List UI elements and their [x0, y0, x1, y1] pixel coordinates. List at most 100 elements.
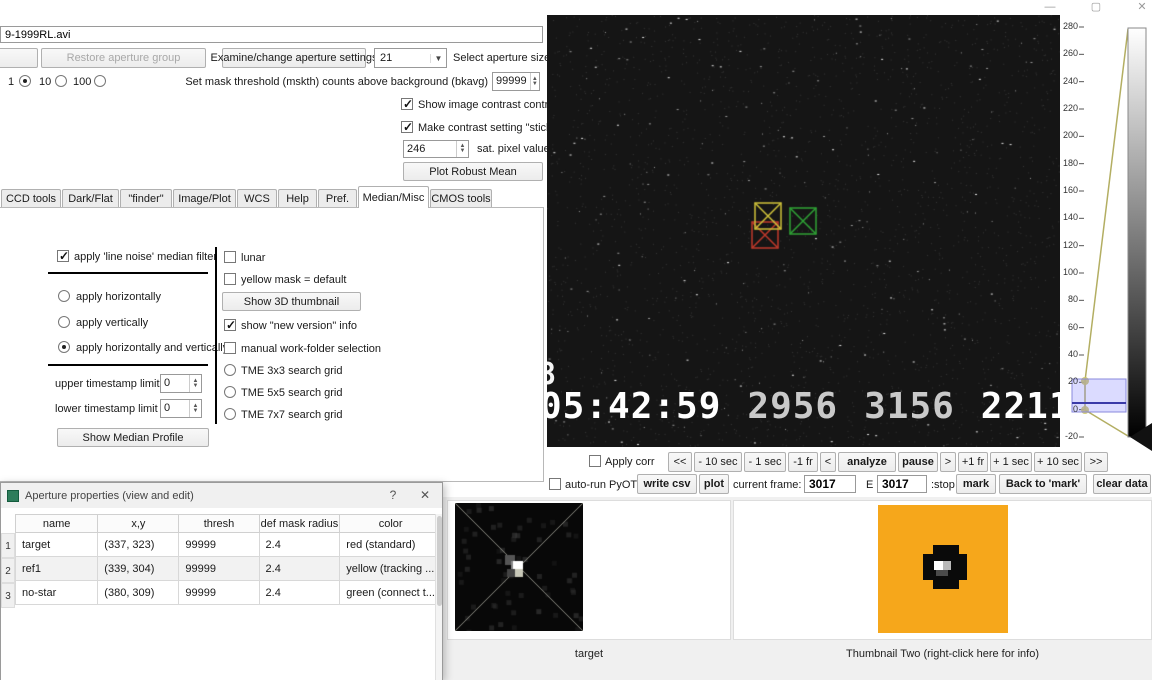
transport-1fr-button[interactable]: +1 fr	[958, 452, 988, 472]
spinner-arrows-icon[interactable]: ▲ ▼	[189, 400, 201, 417]
plot-button[interactable]: plot	[699, 474, 729, 494]
zoom-radio[interactable]	[55, 75, 67, 87]
tab-ccd-tools[interactable]: CCD tools	[1, 189, 61, 208]
apply-corr-label[interactable]: Apply corr	[605, 456, 655, 468]
table-cell[interactable]: no-star	[14, 580, 99, 605]
tab-median-misc[interactable]: Median/Misc	[358, 186, 429, 208]
dialog-titlebar[interactable]: Aperture properties (view and edit)	[1, 483, 442, 508]
clear-data-button[interactable]: clear data	[1093, 474, 1151, 494]
transport--button[interactable]: <	[820, 452, 836, 472]
table-cell[interactable]: yellow (tracking ...	[339, 556, 442, 581]
lower-timestamp-spinner[interactable]: 0 ▲ ▼	[160, 399, 202, 418]
tab-dark-flat[interactable]: Dark/Flat	[62, 189, 119, 208]
transport-pause-button[interactable]: pause	[898, 452, 938, 472]
back-to-mark-button[interactable]: Back to 'mark'	[999, 474, 1087, 494]
transport-1sec-button[interactable]: + 1 sec	[990, 452, 1032, 472]
apply-corr-checkbox[interactable]	[589, 455, 601, 467]
table-row[interactable]: target (337, 323) 99999 2.4 red (standard)	[14, 532, 442, 557]
line-noise-filter-checkbox[interactable]	[57, 249, 69, 263]
zoom-radio-label[interactable]: 10	[39, 76, 51, 88]
manual-work-folder-selection-label[interactable]: manual work-folder selection	[241, 343, 381, 355]
show-contrast-label[interactable]: Show image contrast control	[418, 99, 557, 111]
show-new-version-info-label[interactable]: show "new version" info	[241, 320, 357, 332]
zoom-radio-label[interactable]: 1	[8, 76, 14, 88]
contrast-sticky-label[interactable]: Make contrast setting "sticky"	[418, 122, 561, 134]
line-noise-filter-label[interactable]: apply 'line noise' median filter	[74, 251, 217, 263]
table-cell[interactable]: red (standard)	[339, 532, 442, 557]
zoom-radio-label[interactable]: 100	[73, 76, 91, 88]
mark-button[interactable]: mark	[956, 474, 996, 494]
spinner-arrows-icon[interactable]: ▲ ▼	[456, 141, 468, 157]
table-cell[interactable]: 99999	[178, 556, 260, 581]
yellow-mask-default-checkbox[interactable]	[224, 273, 236, 285]
zoom-radio[interactable]	[19, 75, 31, 87]
manual-work-folder-selection-checkbox[interactable]	[224, 342, 236, 354]
median-direction-radio[interactable]	[58, 341, 70, 353]
aperture-size-select[interactable]: 21 ▼	[374, 48, 447, 68]
sat-pixel-spinner[interactable]: 246 ▲ ▼	[403, 140, 469, 158]
tme-5x5-search-grid-radio[interactable]	[224, 386, 236, 398]
yellow-mask-default-label[interactable]: yellow mask = default	[241, 274, 346, 286]
maximize-button[interactable]: ▢	[1086, 0, 1106, 15]
minimize-button[interactable]: —	[1040, 0, 1060, 15]
show-3d-thumbnail-button[interactable]: Show 3D thumbnail	[222, 292, 361, 311]
tab-help[interactable]: Help	[278, 189, 317, 208]
examine-aperture-settings-button[interactable]: Examine/change aperture settings	[211, 48, 377, 68]
median-direction-radio[interactable]	[58, 316, 70, 328]
transport-10sec-button[interactable]: + 10 sec	[1034, 452, 1082, 472]
current-frame-input[interactable]	[804, 475, 856, 493]
aperture-table[interactable]: name x,y thresh def mask radius color target…	[14, 514, 442, 605]
median-direction-label[interactable]: apply vertically	[76, 317, 148, 329]
tme-7x7-search-grid-radio[interactable]	[224, 408, 236, 420]
tab-cmos-tools[interactable]: CMOS tools	[430, 189, 492, 208]
main-video-frame[interactable]: 8 05:42:592956315622118	[547, 15, 1060, 447]
contrast-sticky-checkbox[interactable]	[401, 120, 413, 134]
dialog-help-button[interactable]: ?	[384, 486, 402, 504]
transport--button[interactable]: >	[940, 452, 956, 472]
plot-robust-mean-button[interactable]: Plot Robust Mean	[403, 162, 543, 181]
median-direction-label[interactable]: apply horizontally	[76, 291, 161, 303]
table-cell[interactable]: 2.4	[258, 580, 341, 605]
transport--button[interactable]: <<	[668, 452, 692, 472]
show-new-version-info-checkbox[interactable]	[224, 318, 236, 332]
filename-input[interactable]	[0, 26, 543, 43]
table-cell[interactable]: (337, 323)	[97, 532, 180, 557]
gradient-bar[interactable]	[1127, 27, 1147, 438]
tme-5x5-search-grid-label[interactable]: TME 5x5 search grid	[241, 387, 342, 399]
restore-aperture-group-button[interactable]: Restore aperture group	[41, 48, 206, 68]
table-cell[interactable]: (380, 309)	[97, 580, 180, 605]
tme-3x3-search-grid-radio[interactable]	[224, 364, 236, 376]
mask-threshold-spinner[interactable]: 99999 ▲ ▼	[492, 72, 540, 91]
table-cell[interactable]: (339, 304)	[97, 556, 180, 581]
table-cell[interactable]: 2.4	[258, 532, 341, 557]
thumbnail-two-image[interactable]	[878, 505, 1008, 633]
lunar-label[interactable]: lunar	[241, 252, 265, 264]
upper-timestamp-spinner[interactable]: 0 ▲ ▼	[160, 374, 202, 393]
close-button[interactable]: ✕	[1132, 0, 1152, 15]
transport-10sec-button[interactable]: - 10 sec	[694, 452, 742, 472]
tab-image-plot[interactable]: Image/Plot	[173, 189, 236, 208]
cut-off-button[interactable]	[0, 48, 38, 68]
thumbnail-one-canvas[interactable]	[455, 503, 583, 631]
table-row[interactable]: ref1 (339, 304) 99999 2.4 yellow (tracking .…	[14, 556, 442, 581]
median-direction-radio[interactable]	[58, 290, 70, 302]
show-median-profile-button[interactable]: Show Median Profile	[57, 428, 209, 447]
stop-frame-input[interactable]	[877, 475, 927, 493]
auto-run-pyote-checkbox[interactable]	[549, 478, 561, 490]
dialog-scrollbar[interactable]	[435, 514, 442, 680]
spinner-arrows-icon[interactable]: ▲ ▼	[529, 73, 539, 90]
tme-7x7-search-grid-label[interactable]: TME 7x7 search grid	[241, 409, 342, 421]
tme-3x3-search-grid-label[interactable]: TME 3x3 search grid	[241, 365, 342, 377]
lunar-checkbox[interactable]	[224, 251, 236, 263]
table-cell[interactable]: ref1	[14, 556, 99, 581]
auto-run-pyote-label[interactable]: auto-run PyOTE	[565, 479, 644, 491]
spinner-arrows-icon[interactable]: ▲ ▼	[189, 375, 201, 392]
table-row[interactable]: no-star (380, 309) 99999 2.4 green (connect …	[14, 580, 442, 605]
tab-pref-[interactable]: Pref.	[318, 189, 357, 208]
tab--finder-[interactable]: "finder"	[120, 189, 172, 208]
table-cell[interactable]: green (connect t...	[339, 580, 442, 605]
show-contrast-checkbox[interactable]	[401, 97, 413, 111]
transport-1fr-button[interactable]: -1 fr	[788, 452, 818, 472]
transport-1sec-button[interactable]: - 1 sec	[744, 452, 786, 472]
table-cell[interactable]: 2.4	[258, 556, 341, 581]
